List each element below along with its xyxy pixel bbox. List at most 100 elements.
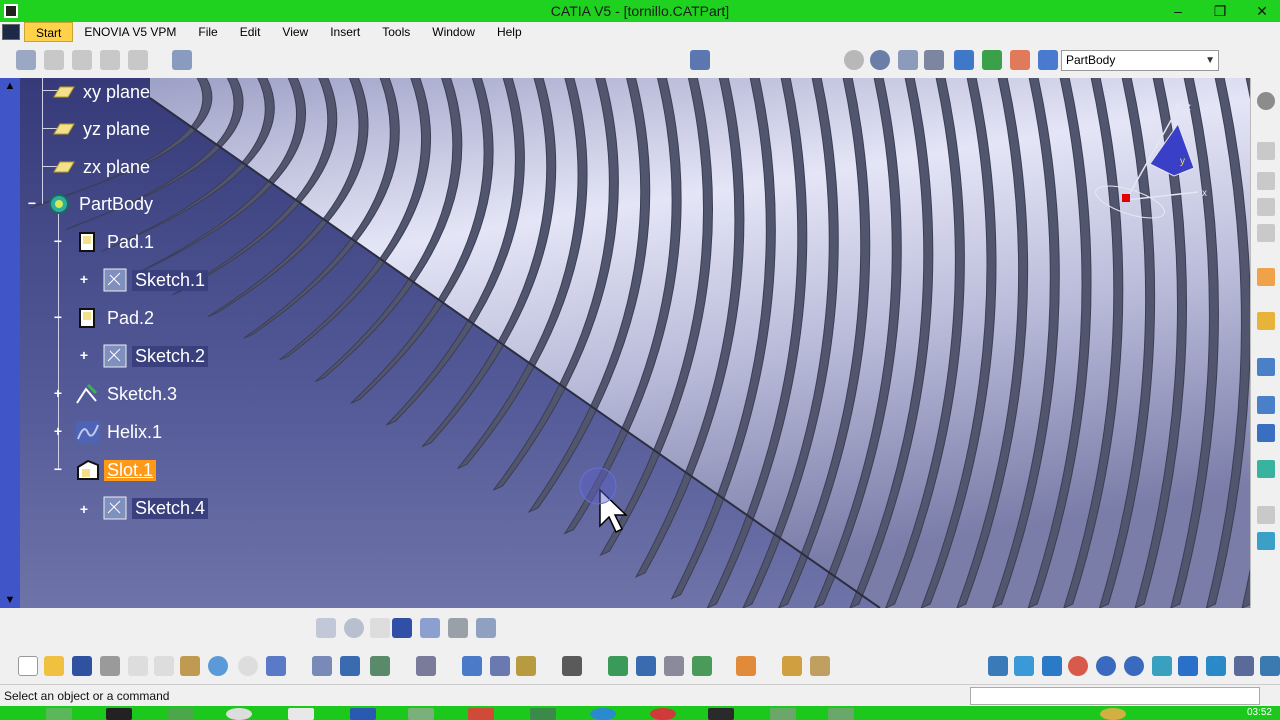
apply-material-icon[interactable] xyxy=(416,656,436,676)
pocket-tool-icon[interactable] xyxy=(1257,172,1275,190)
lock-icon[interactable] xyxy=(370,618,390,638)
taskbar-browser-icon[interactable] xyxy=(590,708,616,720)
update-icon[interactable] xyxy=(844,50,864,70)
multi-view-icon[interactable] xyxy=(1178,656,1198,676)
ordering-icon[interactable] xyxy=(1010,50,1030,70)
instantiate-icon[interactable] xyxy=(370,656,390,676)
sketch-grid-icon[interactable] xyxy=(664,656,684,676)
expand-sketch3-icon[interactable]: + xyxy=(52,386,64,400)
zoom-in-icon[interactable] xyxy=(1096,656,1116,676)
tree-item-sketch4[interactable]: Sketch.4 xyxy=(102,494,209,522)
design-table-icon[interactable] xyxy=(392,618,412,638)
menu-start[interactable]: Start xyxy=(24,22,74,42)
cut-icon[interactable] xyxy=(128,656,148,676)
normal-view-icon[interactable] xyxy=(1152,656,1172,676)
pan-icon[interactable] xyxy=(1042,656,1062,676)
tree-item-sketch1[interactable]: Sketch.1 xyxy=(102,266,209,294)
tree-item-helix1[interactable]: Helix.1 xyxy=(74,418,165,446)
pad-tool-icon[interactable] xyxy=(1257,142,1275,160)
save-icon[interactable] xyxy=(72,656,92,676)
collapse-pad1-icon[interactable]: − xyxy=(52,234,64,248)
hole-tool-icon[interactable] xyxy=(1257,268,1275,286)
iso-view-icon[interactable] xyxy=(1206,656,1226,676)
pattern-tool-icon[interactable] xyxy=(1257,424,1275,442)
compass-tool-icon[interactable] xyxy=(870,50,890,70)
start-orb-icon[interactable] xyxy=(46,708,72,720)
scroll-up-icon[interactable]: ▲ xyxy=(3,80,17,92)
rib-tool-icon[interactable] xyxy=(1257,312,1275,330)
minimize-button[interactable]: – xyxy=(1166,3,1190,19)
analysis-icon[interactable] xyxy=(100,50,120,70)
body-icon[interactable] xyxy=(954,50,974,70)
thread-tool-icon[interactable] xyxy=(1257,532,1275,550)
sketch-tool-icon[interactable] xyxy=(16,50,36,70)
close-button[interactable]: ✕ xyxy=(1250,3,1274,20)
expand-sketch1-icon[interactable]: + xyxy=(78,272,90,286)
shaft-tool-icon[interactable] xyxy=(1257,198,1275,216)
expand-sketch2-icon[interactable]: + xyxy=(78,348,90,362)
taskbar-app-icon[interactable] xyxy=(288,708,314,720)
axis-system-icon[interactable] xyxy=(898,50,918,70)
menu-tools[interactable]: Tools xyxy=(371,22,421,42)
measure-inertia-icon[interactable] xyxy=(516,656,536,676)
sketcher-icon[interactable] xyxy=(690,50,710,70)
taskbar-app-icon[interactable] xyxy=(708,708,734,720)
redo-icon[interactable] xyxy=(238,656,258,676)
hide-show-icon[interactable] xyxy=(1260,656,1280,676)
taskbar-app-icon[interactable] xyxy=(650,708,676,720)
tree-item-xy-plane[interactable]: xy plane xyxy=(50,78,153,106)
tree-item-sketch3[interactable]: Sketch.3 xyxy=(74,380,180,408)
catia-logo-icon[interactable] xyxy=(2,24,20,40)
tree-item-partbody[interactable]: PartBody xyxy=(46,190,156,218)
taskbar-app-icon[interactable] xyxy=(468,708,494,720)
expand-sketch4-icon[interactable]: + xyxy=(78,502,90,516)
body-selector[interactable]: PartBody ▼ xyxy=(1061,50,1219,71)
transform-tool-icon[interactable] xyxy=(1257,460,1275,478)
fit-all-icon[interactable] xyxy=(1014,656,1034,676)
menu-insert[interactable]: Insert xyxy=(319,22,371,42)
tree-item-slot1[interactable]: Slot.1 xyxy=(74,456,157,484)
knowledge-icon[interactable] xyxy=(172,50,192,70)
whats-this-icon[interactable] xyxy=(266,656,286,676)
sketch-analysis-icon[interactable] xyxy=(312,656,332,676)
taskbar-app-icon[interactable] xyxy=(770,708,796,720)
collapse-partbody-icon[interactable]: − xyxy=(26,196,38,210)
menu-enovia[interactable]: ENOVIA V5 VPM xyxy=(73,22,187,42)
tree-item-sketch2[interactable]: Sketch.2 xyxy=(102,342,209,370)
catalog-icon[interactable] xyxy=(128,50,148,70)
open-folder-icon[interactable] xyxy=(44,656,64,676)
collapse-pad2-icon[interactable]: − xyxy=(52,310,64,324)
thickness-tool-icon[interactable] xyxy=(1257,506,1275,524)
comment-icon[interactable] xyxy=(344,618,364,638)
constraint-icon[interactable] xyxy=(44,50,64,70)
new-file-icon[interactable] xyxy=(18,656,38,676)
measure-item-icon[interactable] xyxy=(490,656,510,676)
hand-icon[interactable] xyxy=(736,656,756,676)
tree-item-pad1[interactable]: Pad.1 xyxy=(74,228,157,256)
scroll-down-icon[interactable]: ▼ xyxy=(3,594,17,606)
taskbar-app-icon[interactable] xyxy=(168,708,194,720)
fly-mode-icon[interactable] xyxy=(988,656,1008,676)
tree-item-yz-plane[interactable]: yz plane xyxy=(50,115,153,143)
command-input[interactable] xyxy=(970,687,1260,705)
fillet-tool-icon[interactable] xyxy=(1257,396,1275,414)
tree-item-pad2[interactable]: Pad.2 xyxy=(74,304,157,332)
tree-item-zx-plane[interactable]: zx plane xyxy=(50,153,153,181)
taskbar-app-icon[interactable] xyxy=(1100,708,1126,720)
taskbar-catia-icon[interactable] xyxy=(106,708,132,720)
taskbar-app-icon[interactable] xyxy=(530,708,556,720)
menu-help[interactable]: Help xyxy=(486,22,533,42)
law-icon[interactable] xyxy=(420,618,440,638)
formula-icon[interactable] xyxy=(316,618,336,638)
menu-file[interactable]: File xyxy=(187,22,228,42)
menu-edit[interactable]: Edit xyxy=(229,22,272,42)
layers-icon[interactable] xyxy=(692,656,712,676)
groove-tool-icon[interactable] xyxy=(1257,224,1275,242)
compass-icon[interactable]: z y x xyxy=(1088,98,1218,228)
check-icon[interactable] xyxy=(448,618,468,638)
restore-button[interactable]: ❐ xyxy=(1208,3,1232,20)
undo-icon[interactable] xyxy=(208,656,228,676)
sketch-edit-icon[interactable] xyxy=(608,656,628,676)
copy-icon[interactable] xyxy=(154,656,174,676)
settings-icon[interactable] xyxy=(72,50,92,70)
